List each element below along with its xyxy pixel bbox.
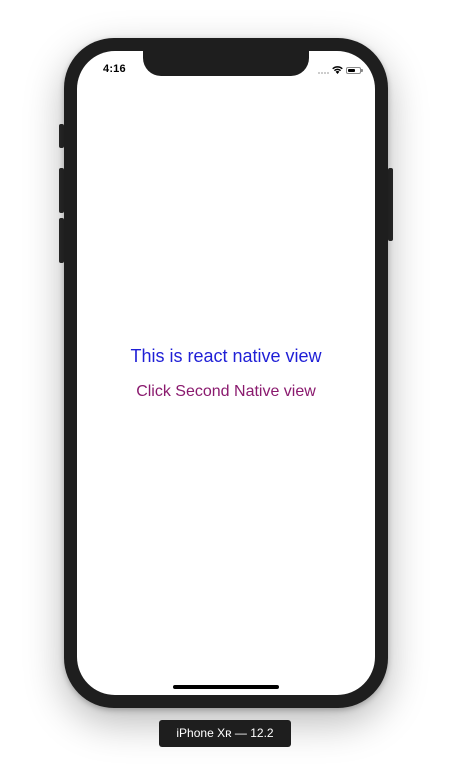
- notch: [143, 51, 309, 76]
- battery-level: [348, 68, 355, 72]
- battery-icon: [346, 66, 363, 74]
- wifi-icon: [332, 66, 343, 74]
- device-label: iPhone Xʀ — 12.2: [159, 720, 291, 747]
- second-native-view-link[interactable]: Click Second Native view: [77, 383, 375, 401]
- power-button[interactable]: [388, 168, 393, 241]
- react-native-view-title: This is react native view: [130, 346, 322, 366]
- cellular-signal-icon: [318, 66, 329, 74]
- status-time: 4:16: [103, 63, 126, 75]
- home-indicator[interactable]: [173, 685, 279, 689]
- simulator-stage: 4:16 This is react native view Click Sec…: [0, 0, 451, 783]
- status-icons: [318, 64, 363, 76]
- device-screen: 4:16 This is react native view Click Sec…: [77, 51, 375, 695]
- battery-cap: [361, 68, 363, 72]
